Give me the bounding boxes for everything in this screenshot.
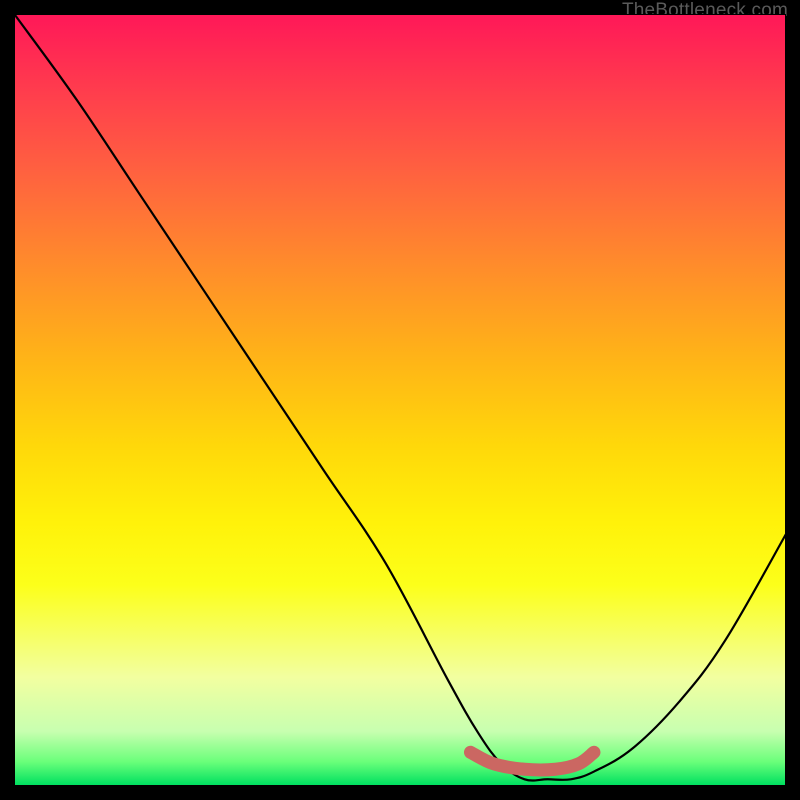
- plot-area: [14, 14, 786, 786]
- chart-container: TheBottleneck.com: [0, 0, 800, 800]
- optimal-range-marker: [470, 752, 594, 770]
- bottleneck-curve: [15, 15, 787, 781]
- chart-svg: [15, 15, 787, 787]
